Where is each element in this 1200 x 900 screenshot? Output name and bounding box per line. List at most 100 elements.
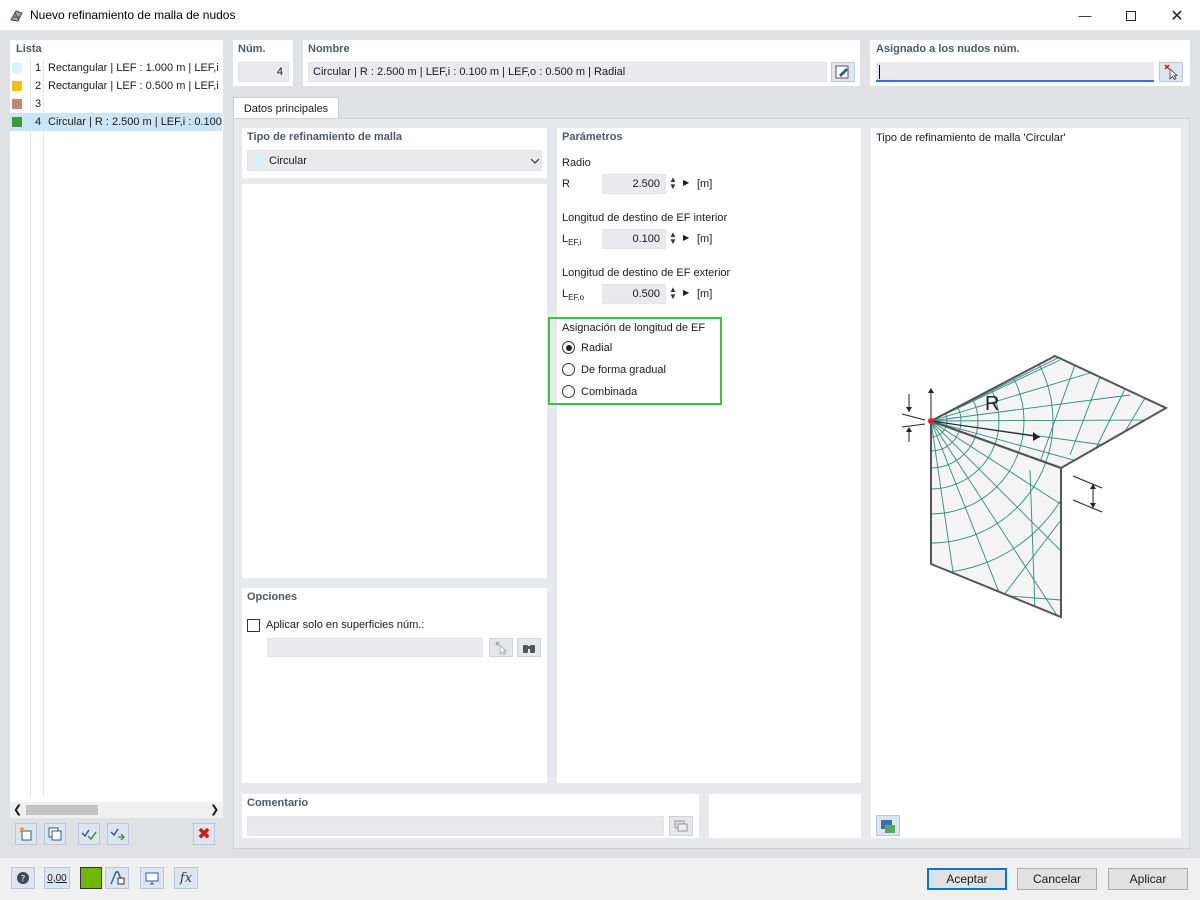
- delete-item-button[interactable]: ✖: [193, 823, 215, 845]
- apply-button[interactable]: Aplicar: [1108, 868, 1188, 890]
- parameters-panel: Parámetros Radio R 2.500 ▲ ▼ ▶ [m] Longit…: [548, 128, 861, 783]
- list-item-selected[interactable]: 4 Circular | R : 2.500 m | LEF,i : 0.100…: [10, 113, 222, 131]
- color-swatch: [12, 63, 22, 73]
- color-swatch: [12, 99, 22, 109]
- find-surfaces-button[interactable]: [517, 638, 541, 657]
- radius-spinner[interactable]: ▲ ▼: [669, 176, 677, 191]
- fe-assignment-title: Asignación de longitud de EF: [562, 322, 706, 334]
- view-button[interactable]: [140, 867, 164, 889]
- options-header: Opciones: [247, 591, 298, 603]
- inner-length-spinner[interactable]: ▲ ▼: [669, 231, 677, 246]
- new-item-button[interactable]: [15, 823, 37, 845]
- preview-panel: Tipo de refinamiento de malla 'Circular': [871, 128, 1181, 838]
- outer-length-spinner[interactable]: ▲ ▼: [669, 286, 677, 301]
- radio-radial[interactable]: [562, 341, 575, 354]
- chevron-down-icon: [530, 158, 540, 164]
- new-item-icon: [19, 826, 32, 841]
- tree-line: [30, 58, 31, 798]
- text-cursor: [879, 65, 880, 79]
- preview-options-button[interactable]: [876, 815, 900, 836]
- help-button[interactable]: ?: [11, 867, 35, 889]
- outer-length-input[interactable]: 0.500: [602, 284, 666, 304]
- cancel-button[interactable]: Cancelar: [1017, 868, 1097, 890]
- options-panel: Opciones Aplicar solo en superficies núm…: [242, 588, 547, 783]
- mesh-type-value: Circular: [269, 155, 307, 167]
- list-item[interactable]: 2 Rectangular | LEF : 0.500 m | LEF,i : …: [10, 77, 222, 95]
- refinement-node-point: [928, 418, 934, 424]
- surfaces-input[interactable]: [267, 638, 483, 657]
- radius-step-icon[interactable]: ▶: [683, 178, 689, 187]
- list-item-label: Circular | R : 2.500 m | LEF,i : 0.100 m: [48, 116, 222, 128]
- circular-mesh-illustration: [901, 354, 1169, 619]
- outer-step-icon[interactable]: ▶: [683, 288, 689, 297]
- radio-combined-label: Combinada: [581, 386, 638, 398]
- comment-library-button[interactable]: [669, 816, 693, 836]
- apply-surfaces-label: Aplicar solo en superficies núm.:: [266, 619, 425, 631]
- image-settings-icon: [881, 819, 895, 833]
- check-selected-button[interactable]: [107, 823, 129, 845]
- spin-down-icon[interactable]: ▼: [669, 182, 677, 191]
- comment-input[interactable]: [247, 816, 664, 836]
- list-item-label: Rectangular | LEF : 0.500 m | LEF,i : 0: [48, 80, 222, 92]
- close-button[interactable]: ✕: [1154, 0, 1200, 31]
- pick-surfaces-button[interactable]: [489, 638, 513, 657]
- mesh-refinement-app-icon: [10, 10, 23, 22]
- apply-surfaces-checkbox[interactable]: [247, 619, 260, 632]
- comment-panel: Comentario: [242, 794, 699, 838]
- inner-step-icon[interactable]: ▶: [683, 233, 689, 242]
- list-horizontal-scrollbar[interactable]: ❮ ❯: [10, 802, 223, 818]
- maximize-button[interactable]: [1108, 0, 1154, 31]
- delete-icon: ✖: [197, 826, 211, 843]
- list-panel: Lista 1 Rectangular | LEF : 1.000 m | LE…: [10, 40, 223, 818]
- decimals-button[interactable]: 0,00: [44, 867, 70, 889]
- scrollbar-thumb[interactable]: [26, 805, 98, 815]
- formula-icon: f𝑥: [179, 870, 193, 886]
- display-icon: [145, 872, 159, 885]
- list-header: Lista: [16, 43, 42, 55]
- check-all-icon: [81, 829, 97, 841]
- tab-datos-principales[interactable]: Datos principales: [233, 97, 339, 119]
- list-item-number: 4: [35, 116, 42, 128]
- radio-gradual-label: De forma gradual: [581, 364, 666, 376]
- radio-combined[interactable]: [562, 385, 575, 398]
- window-title: Nuevo refinamiento de malla de nudos: [30, 8, 236, 22]
- maximize-icon: [1126, 10, 1136, 21]
- list-item[interactable]: 3: [10, 95, 222, 113]
- assigned-panel: Asignado a los nudos núm.: [870, 40, 1190, 86]
- inner-length-title: Longitud de destino de EF interior: [562, 212, 728, 224]
- color-swatch: [12, 117, 22, 127]
- formula-button[interactable]: f𝑥: [174, 867, 198, 889]
- inner-length-input[interactable]: 0.100: [602, 229, 666, 249]
- copy-icon: [48, 827, 62, 841]
- radius-input[interactable]: 2.500: [602, 174, 666, 194]
- mesh-type-header: Tipo de refinamiento de malla: [247, 131, 403, 143]
- radius-unit: [m]: [697, 178, 713, 190]
- edit-pencil-icon: [835, 65, 849, 79]
- radius-title: Radio: [562, 157, 591, 169]
- list-item-number: 1: [35, 62, 42, 74]
- minimize-button[interactable]: —: [1062, 0, 1108, 31]
- assigned-nodes-input[interactable]: [876, 62, 1154, 82]
- check-all-button[interactable]: [78, 823, 100, 845]
- units-button[interactable]: [105, 867, 129, 889]
- scroll-right-icon[interactable]: ❯: [210, 803, 219, 816]
- list-item[interactable]: 1 Rectangular | LEF : 1.000 m | LEF,i : …: [10, 59, 222, 77]
- pick-nodes-button[interactable]: [1159, 62, 1183, 82]
- units-icon: [110, 871, 125, 885]
- name-panel: Nombre Circular | R : 2.500 m | LEF,i : …: [303, 40, 860, 86]
- radio-gradual[interactable]: [562, 363, 575, 376]
- edit-name-button[interactable]: [831, 62, 855, 82]
- color-settings-button[interactable]: [80, 867, 102, 889]
- ok-button[interactable]: Aceptar: [927, 868, 1007, 890]
- binoculars-icon: [523, 644, 535, 653]
- minimize-icon: —: [1078, 8, 1092, 23]
- name-field[interactable]: Circular | R : 2.500 m | LEF,i : 0.100 m…: [308, 62, 827, 82]
- mesh-type-panel: Tipo de refinamiento de malla Circular: [242, 128, 547, 578]
- num-field[interactable]: 4: [238, 62, 289, 82]
- copy-item-button[interactable]: [44, 823, 66, 845]
- spin-down-icon[interactable]: ▼: [669, 292, 677, 301]
- mesh-type-dropdown[interactable]: Circular: [247, 150, 542, 171]
- spin-down-icon[interactable]: ▼: [669, 237, 677, 246]
- check-toggle-icon: [110, 828, 125, 841]
- scroll-left-icon[interactable]: ❮: [13, 803, 22, 816]
